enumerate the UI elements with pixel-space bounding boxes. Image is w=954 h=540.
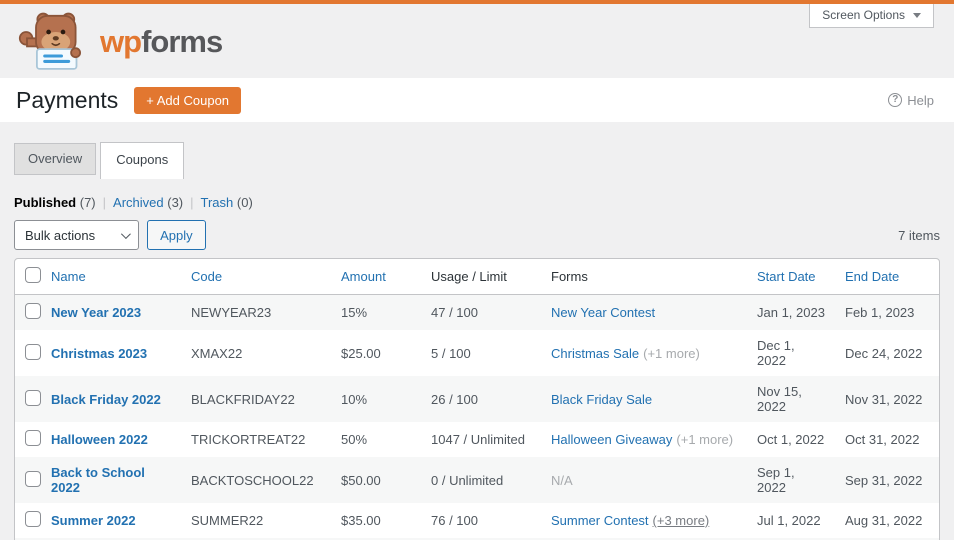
form-link[interactable]: Halloween Giveaway (551, 432, 672, 447)
column-header-start-date[interactable]: Start Date (747, 259, 835, 295)
column-header-code[interactable]: Code (181, 259, 331, 295)
coupon-amount: 50% (341, 432, 368, 447)
separator: | (190, 195, 194, 210)
coupon-code: XMAX22 (191, 345, 243, 361)
filter-archived[interactable]: Archived (113, 195, 164, 210)
masthead: wpforms Screen Options (0, 4, 954, 78)
coupon-code: SUMMER22 (191, 513, 264, 528)
coupon-name-link[interactable]: Black Friday 2022 (51, 392, 161, 407)
coupon-name-link[interactable]: Halloween 2022 (51, 432, 148, 447)
coupon-name-link[interactable]: Summer 2022 (51, 513, 136, 528)
coupon-amount: 15% (341, 305, 368, 320)
coupon-name-link[interactable]: Back to School 2022 (51, 465, 145, 495)
filter-published[interactable]: Published (7) (14, 195, 96, 210)
end-date: Aug 31, 2022 (845, 513, 923, 528)
items-count: 7 items (898, 227, 940, 243)
end-date: Feb 1, 2023 (845, 305, 915, 320)
coupon-usage: 1047 / Unlimited (431, 432, 525, 447)
add-coupon-button[interactable]: + Add Coupon (134, 86, 242, 114)
more-forms-label: (+1 more) (676, 432, 734, 447)
row-checkbox[interactable] (25, 343, 41, 360)
wpforms-logo: wpforms (18, 11, 223, 71)
coupon-usage: 26 / 100 (431, 391, 478, 407)
screen-options-button[interactable]: Screen Options (809, 4, 934, 28)
start-date: Nov 15, 2022 (757, 384, 802, 414)
column-header-usage: Usage / Limit (421, 259, 541, 295)
tab-overview[interactable]: Overview (14, 143, 97, 175)
page-title: Payments (16, 86, 119, 113)
separator: | (102, 195, 107, 210)
start-date: Jul 1, 2022 (757, 513, 821, 528)
filter-trash[interactable]: Trash (201, 195, 234, 210)
coupon-code: BLACKFRIDAY22 (191, 391, 295, 407)
wordmark-forms: forms (141, 23, 223, 59)
end-date: Sep 31, 2022 (845, 472, 923, 488)
more-forms-label: (+1 more) (643, 345, 700, 361)
start-date: Jan 1, 2023 (757, 305, 825, 320)
wpforms-wordmark: wpforms (100, 23, 223, 59)
end-date: Dec 24, 2022 (845, 345, 923, 361)
form-link[interactable]: New Year Contest (551, 305, 655, 320)
page-header: Payments + Add Coupon ? Help (0, 78, 954, 122)
tab-bar: Overview Coupons (14, 142, 940, 179)
coupon-usage: 0 / Unlimited (431, 472, 504, 488)
coupons-table: Name Code Amount Usage / Limit Forms Sta… (14, 258, 940, 540)
top-toolbar: Bulk actions Apply 7 items (14, 220, 940, 250)
row-checkbox[interactable] (25, 389, 41, 406)
coupon-amount: 10% (341, 391, 368, 407)
apply-button[interactable]: Apply (147, 220, 206, 250)
table-row: Summer 2022 SUMMER22 $35.00 76 / 100 Sum… (15, 503, 939, 538)
coupon-usage: 5 / 100 (431, 345, 471, 361)
help-icon: ? (888, 93, 903, 107)
content-area: Overview Coupons Published (7) | Archived … (0, 122, 954, 540)
form-link[interactable]: Black Friday Sale (551, 392, 652, 407)
form-link[interactable]: Summer Contest (551, 513, 649, 528)
column-header-forms: Forms (541, 259, 747, 295)
end-date: Nov 31, 2022 (845, 391, 923, 407)
start-date: Dec 1, 2022 (757, 338, 795, 368)
table-row: Christmas 2023 XMAX22 $25.00 5 / 100 Chr… (15, 330, 939, 376)
coupon-usage: 76 / 100 (431, 513, 478, 528)
coupon-code: TRICKORTREAT22 (191, 432, 306, 447)
coupon-code: BACKTOSCHOOL22 (191, 472, 314, 488)
bulk-actions-value: Bulk actions (25, 227, 96, 243)
coupon-code: NEWYEAR23 (191, 305, 272, 320)
end-date: Oct 31, 2022 (845, 432, 920, 447)
column-header-amount[interactable]: Amount (331, 259, 421, 295)
row-checkbox[interactable] (25, 511, 41, 527)
wordmark-wp: wp (100, 23, 142, 59)
bulk-actions-select[interactable]: Bulk actions (14, 220, 140, 250)
status-filters: Published (7) | Archived (3) | Trash (0) (14, 195, 253, 210)
table-row: Black Friday 2022 BLACKFRIDAY22 10% 26 /… (15, 376, 939, 422)
more-forms-link[interactable]: (+3 more) (653, 513, 710, 528)
help-label: Help (907, 92, 934, 108)
coupon-name-link[interactable]: New Year 2023 (51, 305, 141, 320)
screen-options-label: Screen Options (822, 8, 905, 22)
chevron-down-icon (121, 228, 131, 239)
help-link[interactable]: ? Help (888, 93, 934, 108)
chevron-down-icon (913, 12, 921, 18)
forms-na-label: N/A (551, 472, 573, 488)
column-header-name[interactable]: Name (41, 259, 181, 295)
table-row: New Year 2023 NEWYEAR23 15% 47 / 100 New… (15, 295, 939, 330)
form-link[interactable]: Christmas Sale (551, 346, 639, 361)
column-header-end-date[interactable]: End Date (835, 259, 939, 295)
table-row: Halloween 2022 TRICKORTREAT22 50% 1047 /… (15, 422, 939, 457)
start-date: Oct 1, 2022 (757, 432, 825, 447)
start-date: Sep 1, 2022 (757, 465, 795, 495)
tab-coupons[interactable]: Coupons (100, 142, 185, 179)
row-checkbox[interactable] (25, 470, 41, 487)
row-checkbox[interactable] (25, 430, 41, 446)
table-header: Name Code Amount Usage / Limit Forms Sta… (15, 259, 939, 295)
coupon-name-link[interactable]: Christmas 2023 (51, 346, 147, 361)
wpforms-bear-icon (18, 12, 81, 70)
coupon-amount: $35.00 (341, 513, 381, 528)
select-all-checkbox[interactable] (25, 267, 41, 283)
table-row: Back to School 2022 BACKTOSCHOOL22 $50.0… (15, 457, 939, 503)
coupon-amount: $25.00 (341, 345, 381, 361)
coupon-usage: 47 / 100 (431, 305, 478, 320)
row-checkbox[interactable] (25, 303, 41, 319)
coupon-amount: $50.00 (341, 472, 381, 488)
